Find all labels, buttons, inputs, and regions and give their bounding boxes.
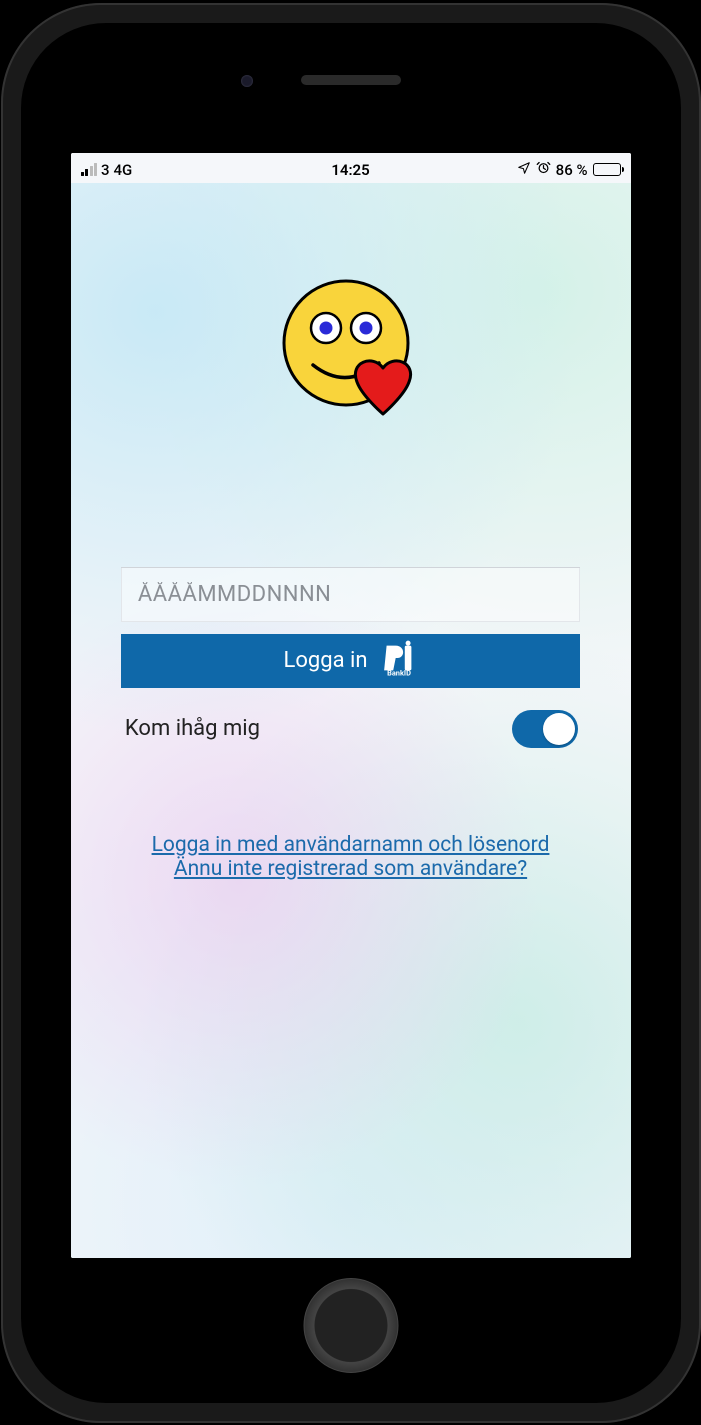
status-right: 86 % (517, 160, 621, 179)
svg-text:BankID: BankID (387, 668, 411, 677)
remember-me-label: Kom ihåg mig (125, 716, 260, 741)
personal-number-input[interactable] (121, 568, 580, 622)
register-link[interactable]: Ännu inte registrerad som användare? (174, 857, 527, 881)
remember-me-toggle[interactable] (512, 710, 578, 748)
phone-camera (241, 75, 253, 87)
status-left: 3 4G (81, 161, 133, 179)
login-screen: Logga in BankID Kom ihåg mig (71, 183, 631, 1258)
home-button[interactable] (303, 1278, 398, 1373)
alarm-icon (536, 160, 551, 179)
toggle-knob (543, 713, 575, 745)
remember-me-row: Kom ihåg mig (121, 710, 580, 748)
login-button[interactable]: Logga in BankID (121, 634, 580, 688)
secondary-links: Logga in med användarnamn och lösenord Ä… (93, 833, 608, 881)
phone-frame: 3 4G 14:25 86 % (1, 3, 701, 1423)
screen: 3 4G 14:25 86 % (71, 153, 631, 1258)
battery-percent-label: 86 % (556, 161, 588, 179)
location-arrow-icon (517, 161, 531, 179)
phone-inner: 3 4G 14:25 86 % (21, 23, 681, 1403)
alt-login-link[interactable]: Logga in med användarnamn och lösenord (152, 833, 550, 857)
phone-speaker (301, 75, 401, 85)
signal-icon (81, 164, 98, 176)
smiley-heart-icon (271, 273, 431, 448)
battery-icon (593, 163, 621, 176)
status-time: 14:25 (331, 161, 369, 179)
carrier-label: 3 (101, 161, 110, 179)
login-form: Logga in BankID Kom ihåg mig (121, 567, 580, 748)
login-button-label: Logga in (283, 648, 367, 673)
status-bar: 3 4G 14:25 86 % (71, 153, 631, 183)
app-logo (271, 273, 431, 452)
bankid-icon: BankID (380, 639, 418, 683)
network-label: 4G (114, 161, 133, 179)
